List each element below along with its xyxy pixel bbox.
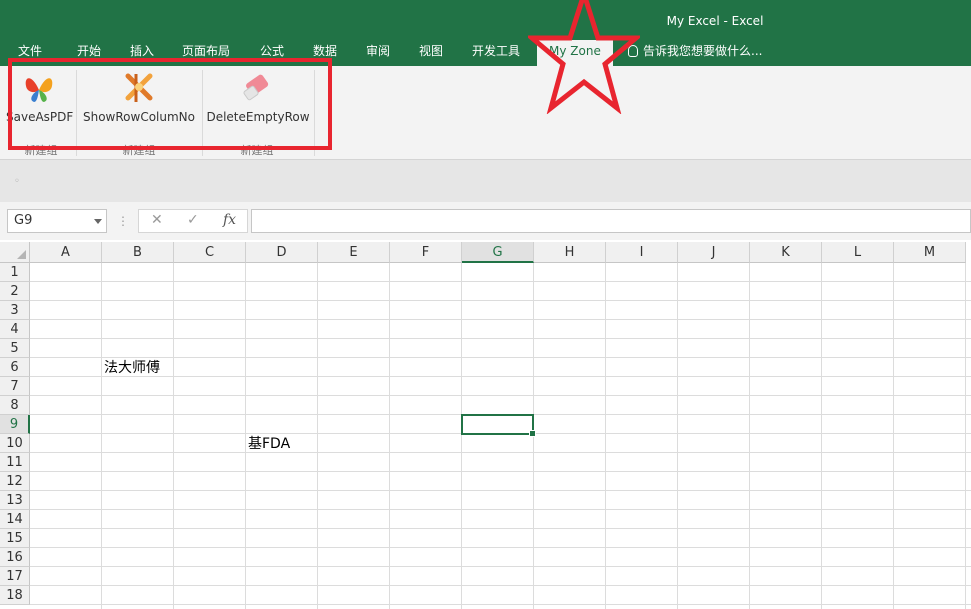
row-header-9[interactable]: 9 bbox=[0, 415, 30, 434]
tab-my-zone[interactable]: My Zone bbox=[537, 40, 613, 66]
save-as-pdf-label: SaveAsPDF bbox=[6, 110, 74, 124]
select-all-button[interactable] bbox=[0, 242, 30, 263]
column-header-e[interactable]: E bbox=[318, 242, 390, 263]
formula-bar-grip-icon: ⋮ bbox=[117, 214, 129, 228]
row-header-15[interactable]: 15 bbox=[0, 529, 30, 548]
formula-input[interactable] bbox=[251, 209, 971, 233]
row-header-4[interactable]: 4 bbox=[0, 320, 30, 339]
row-header-10[interactable]: 10 bbox=[0, 434, 30, 453]
active-cell-g9[interactable] bbox=[461, 414, 536, 437]
column-header-d[interactable]: D bbox=[246, 242, 318, 263]
column-header-c[interactable]: C bbox=[174, 242, 246, 263]
row-header-8[interactable]: 8 bbox=[0, 396, 30, 415]
row-header-7[interactable]: 7 bbox=[0, 377, 30, 396]
column-header-m[interactable]: M bbox=[894, 242, 966, 263]
tab-review[interactable]: 审阅 bbox=[366, 42, 390, 62]
column-header-a[interactable]: A bbox=[30, 242, 102, 263]
save-as-pdf-button[interactable]: SaveAsPDF bbox=[6, 72, 74, 128]
tell-me-text: 告诉我您想要做什么... bbox=[643, 44, 763, 58]
row-header-2[interactable]: 2 bbox=[0, 282, 30, 301]
delete-empty-row-label: DeleteEmptyRow bbox=[206, 110, 310, 124]
row-header-13[interactable]: 13 bbox=[0, 491, 30, 510]
tab-data[interactable]: 数据 bbox=[313, 42, 337, 62]
column-header-j[interactable]: J bbox=[678, 242, 750, 263]
row-header-5[interactable]: 5 bbox=[0, 339, 30, 358]
collapse-dot-icon: ◦ bbox=[14, 176, 20, 187]
row-header-17[interactable]: 17 bbox=[0, 567, 30, 586]
row-header-18[interactable]: 18 bbox=[0, 586, 30, 605]
tab-file[interactable]: 文件 bbox=[18, 42, 42, 62]
group-divider bbox=[202, 70, 203, 156]
tab-formulas[interactable]: 公式 bbox=[260, 42, 284, 62]
group-label-1: 新建组 bbox=[24, 144, 58, 157]
formula-bar: G9 ⋮ ✕ ✓ fx bbox=[0, 202, 971, 240]
name-box[interactable]: G9 bbox=[7, 209, 107, 233]
cells-area[interactable] bbox=[30, 263, 971, 609]
chevron-down-icon[interactable] bbox=[94, 219, 102, 224]
group-label-3: 新建组 bbox=[240, 144, 274, 157]
formula-buttons: ✕ ✓ fx bbox=[138, 209, 248, 233]
tab-home[interactable]: 开始 bbox=[77, 42, 101, 62]
insert-function-icon[interactable]: fx bbox=[223, 212, 236, 228]
ribbon-collapse-bar: ◦ bbox=[0, 160, 971, 202]
tab-page-layout[interactable]: 页面布局 bbox=[182, 42, 230, 62]
enter-check-icon[interactable]: ✓ bbox=[187, 212, 199, 228]
row-header-1[interactable]: 1 bbox=[0, 263, 30, 282]
cell-d10[interactable]: 基FDA bbox=[248, 435, 290, 454]
column-header-l[interactable]: L bbox=[822, 242, 894, 263]
row-header-12[interactable]: 12 bbox=[0, 472, 30, 491]
column-header-k[interactable]: K bbox=[750, 242, 822, 263]
show-row-column-no-button[interactable]: ShowRowColumNo bbox=[82, 72, 196, 128]
group-divider bbox=[76, 70, 77, 156]
tab-insert[interactable]: 插入 bbox=[130, 42, 154, 62]
cancel-icon[interactable]: ✕ bbox=[151, 212, 163, 228]
column-header-g[interactable]: G bbox=[462, 242, 534, 263]
tab-view[interactable]: 视图 bbox=[419, 42, 443, 62]
title-bar: My Excel - Excel 文件 开始 插入 页面布局 公式 数据 审阅 … bbox=[0, 0, 971, 66]
name-box-value: G9 bbox=[14, 213, 33, 228]
row-header-14[interactable]: 14 bbox=[0, 510, 30, 529]
row-header-6[interactable]: 6 bbox=[0, 358, 30, 377]
crossed-arrows-icon bbox=[125, 73, 153, 102]
show-row-column-no-label: ShowRowColumNo bbox=[82, 110, 195, 124]
group-divider bbox=[314, 70, 315, 156]
delete-empty-row-button[interactable]: DeleteEmptyRow bbox=[206, 72, 310, 128]
column-header-f[interactable]: F bbox=[390, 242, 462, 263]
butterfly-icon bbox=[25, 78, 53, 102]
row-header-16[interactable]: 16 bbox=[0, 548, 30, 567]
column-header-h[interactable]: H bbox=[534, 242, 606, 263]
row-header-11[interactable]: 11 bbox=[0, 453, 30, 472]
column-header-b[interactable]: B bbox=[102, 242, 174, 263]
tab-developer[interactable]: 开发工具 bbox=[472, 42, 520, 62]
tell-me-search[interactable]: 告诉我您想要做什么... bbox=[628, 42, 762, 60]
eraser-icon bbox=[243, 74, 269, 101]
row-header-3[interactable]: 3 bbox=[0, 301, 30, 320]
group-label-2: 新建组 bbox=[122, 144, 156, 157]
column-header-i[interactable]: I bbox=[606, 242, 678, 263]
window-title: My Excel - Excel bbox=[666, 14, 764, 28]
lightbulb-icon bbox=[628, 45, 638, 57]
ribbon: SaveAsPDF 新建组 ShowRowColumNo 新建组 DeleteE… bbox=[0, 66, 971, 160]
cell-b6[interactable]: 法大师傅 bbox=[104, 359, 160, 378]
